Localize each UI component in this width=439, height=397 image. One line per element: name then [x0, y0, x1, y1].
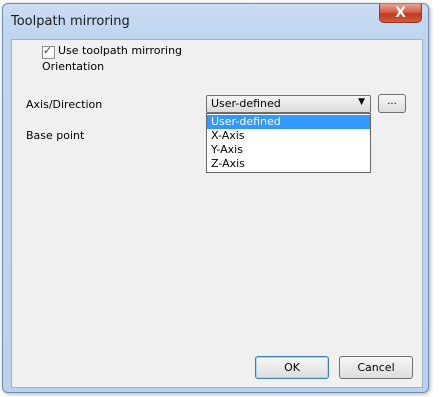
axis-option-x[interactable]: X-Axis	[207, 129, 370, 143]
axis-option-user-defined[interactable]: User-defined	[207, 115, 370, 129]
close-icon: X	[395, 5, 406, 21]
use-mirroring-label[interactable]: Use toolpath mirroring	[58, 44, 182, 57]
browse-button[interactable]: ...	[378, 94, 406, 113]
chevron-down-icon: ▼	[358, 97, 365, 107]
base-point-label: Base point	[26, 129, 85, 142]
axis-direction-select[interactable]: User-defined ▼	[206, 95, 371, 113]
dialog-client-area: ✓ Use toolpath mirroring Orientation Axi…	[11, 39, 423, 388]
check-icon: ✓	[43, 44, 53, 57]
use-mirroring-checkbox[interactable]: ✓	[42, 44, 55, 59]
axis-dropdown-list: User-defined X-Axis Y-Axis Z-Axis	[206, 113, 371, 173]
axis-direction-value: User-defined	[211, 97, 281, 110]
toolpath-mirroring-dialog: Toolpath mirroring X ✓ Use toolpath mirr…	[2, 3, 429, 393]
axis-option-z[interactable]: Z-Axis	[207, 157, 370, 171]
axis-direction-label: Axis/Direction	[26, 98, 103, 111]
cancel-button[interactable]: Cancel	[339, 356, 413, 379]
axis-option-y[interactable]: Y-Axis	[207, 143, 370, 157]
dialog-title: Toolpath mirroring	[11, 14, 130, 29]
ok-button[interactable]: OK	[255, 356, 329, 379]
orientation-label: Orientation	[42, 60, 105, 73]
close-button[interactable]: X	[379, 4, 422, 23]
